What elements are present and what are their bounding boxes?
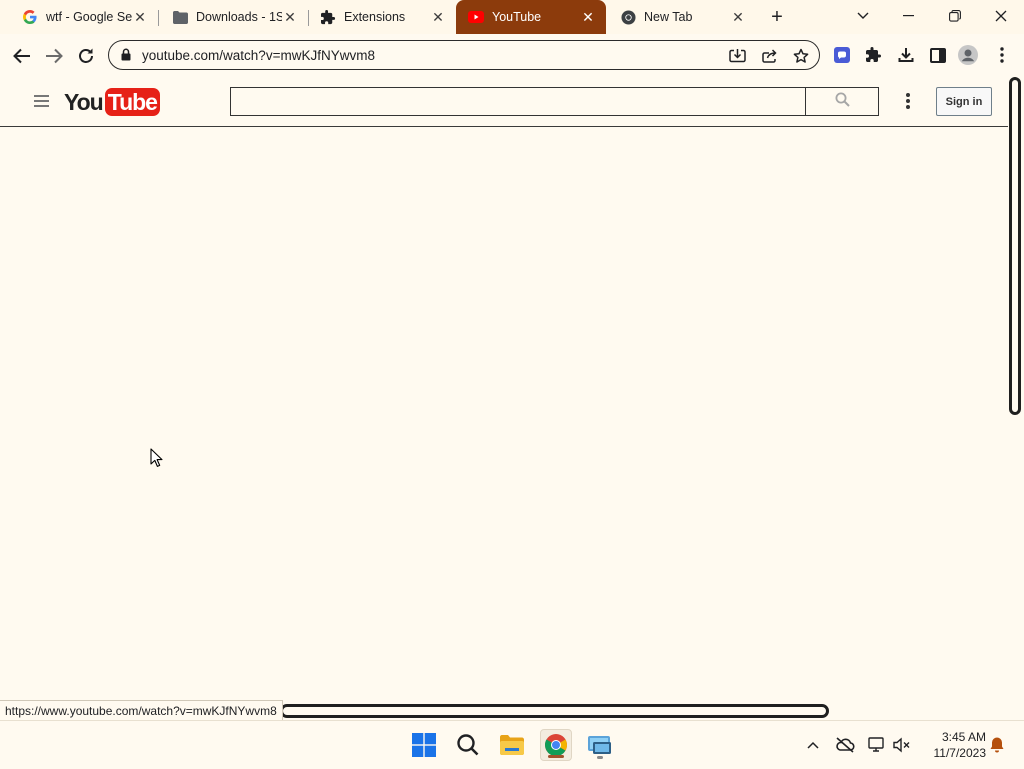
volume-muted-icon[interactable] xyxy=(892,735,912,755)
tab-downloads[interactable]: Downloads - 1S ✕ xyxy=(150,0,308,34)
search-icon xyxy=(835,92,850,112)
close-tab-icon[interactable]: ✕ xyxy=(282,9,298,25)
downloads-icon[interactable] xyxy=(896,45,916,65)
remote-desktop-icon[interactable] xyxy=(584,729,616,761)
youtube-logo[interactable]: You Tube xyxy=(64,87,160,117)
onedrive-offline-icon[interactable] xyxy=(835,735,855,755)
address-bar[interactable]: youtube.com/watch?v=mwKJfNYwvm8 xyxy=(108,40,820,70)
extensions-puzzle-icon[interactable] xyxy=(864,45,884,65)
profile-avatar-icon[interactable] xyxy=(958,45,978,65)
youtube-icon xyxy=(468,9,484,25)
share-icon[interactable] xyxy=(760,47,778,65)
forward-icon[interactable] xyxy=(42,44,66,68)
tab-search-icon[interactable] xyxy=(848,4,878,28)
tab-label: Extensions xyxy=(344,10,406,24)
tab-youtube[interactable]: YouTube ✕ xyxy=(456,0,606,34)
more-options-icon[interactable] xyxy=(904,93,912,111)
clock-date: 11/7/2023 xyxy=(933,746,987,760)
network-icon[interactable] xyxy=(867,735,887,755)
search-icon[interactable] xyxy=(452,729,484,761)
url-text: youtube.com/watch?v=mwKJfNYwvm8 xyxy=(142,48,375,63)
tab-label: Downloads - 1S xyxy=(196,10,282,24)
chrome-icon xyxy=(620,9,636,25)
notification-bell-icon[interactable] xyxy=(987,735,1007,755)
mouse-cursor-icon xyxy=(150,448,164,473)
install-app-icon[interactable] xyxy=(728,47,746,65)
tab-label: New Tab xyxy=(644,10,693,24)
vertical-scrollbar-thumb[interactable] xyxy=(1009,77,1021,415)
new-tab-button[interactable]: + xyxy=(766,6,788,28)
puzzle-icon xyxy=(320,9,336,25)
close-tab-icon[interactable]: ✕ xyxy=(580,9,596,25)
search-input[interactable] xyxy=(230,87,806,116)
bookmark-star-icon[interactable] xyxy=(792,47,810,65)
running-app-indicator xyxy=(597,756,603,759)
youtube-header: You Tube Sign in xyxy=(0,76,1008,127)
close-window-icon[interactable] xyxy=(986,4,1016,28)
restore-icon[interactable] xyxy=(940,4,970,28)
chrome-menu-icon[interactable] xyxy=(992,45,1012,65)
windows-taskbar: 3:45 AM 11/7/2023 xyxy=(0,720,1024,769)
sign-in-button[interactable]: Sign in xyxy=(936,87,992,116)
back-icon[interactable] xyxy=(10,44,34,68)
horizontal-scrollbar-thumb[interactable] xyxy=(280,704,829,718)
reload-icon[interactable] xyxy=(74,44,98,68)
tab-label: YouTube xyxy=(492,10,542,24)
logo-tube-text: Tube xyxy=(104,88,160,116)
extension-icon[interactable] xyxy=(832,45,852,65)
close-tab-icon[interactable]: ✕ xyxy=(132,9,148,25)
active-app-indicator xyxy=(548,755,564,758)
status-bubble: https://www.youtube.com/watch?v=mwKJfNYw… xyxy=(0,700,283,722)
folder-icon xyxy=(172,9,188,25)
file-explorer-icon[interactable] xyxy=(496,729,528,761)
tab-strip: wtf - Google Se ✕ Downloads - 1S ✕ Exten… xyxy=(0,0,1024,34)
tab-new-tab[interactable]: New Tab ✕ xyxy=(598,0,756,34)
search-button[interactable] xyxy=(805,87,879,116)
guide-menu-icon[interactable] xyxy=(34,95,49,107)
tab-extensions[interactable]: Extensions ✕ xyxy=(298,0,456,34)
youtube-page: You Tube Sign in xyxy=(0,76,1008,716)
lock-icon[interactable] xyxy=(121,48,131,66)
browser-toolbar: youtube.com/watch?v=mwKJfNYwvm8 xyxy=(0,34,1024,76)
tab-label: wtf - Google Se xyxy=(46,10,132,24)
logo-you-text: You xyxy=(64,88,104,115)
close-tab-icon[interactable]: ✕ xyxy=(730,9,746,25)
chrome-icon[interactable] xyxy=(540,729,572,761)
minimize-icon[interactable] xyxy=(894,4,924,28)
show-hidden-icons-chevron-icon[interactable] xyxy=(803,735,823,755)
google-icon xyxy=(22,9,38,25)
close-tab-icon[interactable]: ✕ xyxy=(430,9,446,25)
clock-time: 3:45 AM xyxy=(941,730,986,744)
system-clock[interactable]: 3:45 AM 11/7/2023 xyxy=(920,729,987,761)
start-icon[interactable] xyxy=(408,729,440,761)
side-panel-icon[interactable] xyxy=(928,45,948,65)
tab-google-search[interactable]: wtf - Google Se ✕ xyxy=(0,0,158,34)
